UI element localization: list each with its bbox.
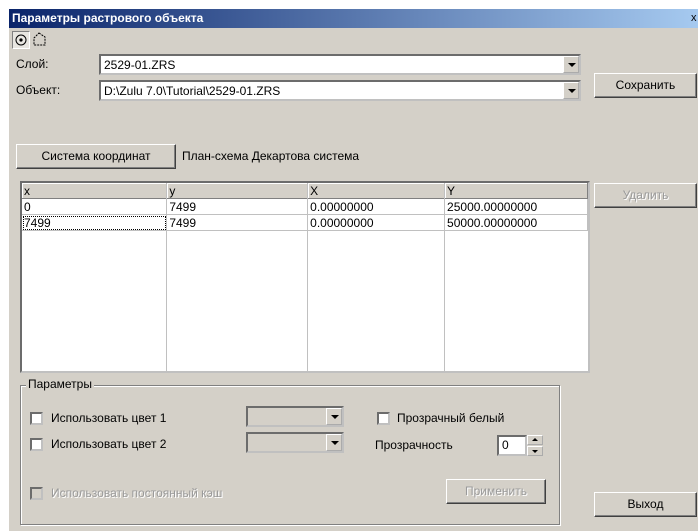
color1-select[interactable] xyxy=(246,406,344,427)
column-header[interactable]: y xyxy=(166,183,309,199)
point-target-icon xyxy=(15,34,27,46)
points-table-grid: x y X Y 0 7499 0.00000000 25000.00000000… xyxy=(22,183,588,231)
dialog-window: Параметры растрового объекта x Слой: 252… xyxy=(8,8,698,531)
points-table[interactable]: x y X Y 0 7499 0.00000000 25000.00000000… xyxy=(20,181,590,373)
object-select[interactable]: D:\Zulu 7.0\Tutorial\2529-01.ZRS xyxy=(99,80,581,101)
chevron-down-icon[interactable] xyxy=(326,408,342,425)
permanent-cache-label: Использовать постоянный кэш xyxy=(51,486,223,500)
save-button[interactable]: Сохранить xyxy=(594,73,697,98)
chevron-down-icon[interactable] xyxy=(563,56,579,73)
layer-label: Слой: xyxy=(16,57,49,71)
coordinate-system-value: План-схема Декартова система xyxy=(182,149,360,163)
column-divider xyxy=(166,183,167,371)
use-color1-label: Использовать цвет 1 xyxy=(51,411,167,425)
table-cell[interactable]: 25000.00000000 xyxy=(444,198,588,215)
object-label: Объект: xyxy=(16,83,61,97)
table-cell[interactable]: 7499 xyxy=(22,214,168,231)
table-cell[interactable]: 7499 xyxy=(166,198,309,215)
table-cell[interactable]: 50000.00000000 xyxy=(444,214,588,231)
table-cell[interactable]: 0.00000000 xyxy=(307,198,446,215)
column-header[interactable]: X xyxy=(307,183,446,199)
table-cell[interactable]: 0.00000000 xyxy=(307,214,446,231)
title-bar: Параметры растрового объекта x xyxy=(9,9,698,28)
table-cell[interactable]: 0 xyxy=(22,198,168,215)
spin-up-icon[interactable] xyxy=(527,435,543,445)
object-value: D:\Zulu 7.0\Tutorial\2529-01.ZRS xyxy=(104,84,281,98)
polygon-select-icon xyxy=(33,32,46,46)
exit-button[interactable]: Выход xyxy=(594,492,697,517)
point-target-button[interactable] xyxy=(12,31,30,49)
chevron-down-icon[interactable] xyxy=(326,434,342,451)
table-row[interactable]: 0 7499 0.00000000 25000.00000000 xyxy=(22,198,588,215)
transparency-input[interactable]: 0 xyxy=(497,435,527,456)
table-row[interactable]: 7499 7499 0.00000000 50000.00000000 xyxy=(22,214,588,231)
use-color2-checkbox[interactable] xyxy=(30,438,43,451)
transparency-label: Прозрачность xyxy=(375,438,453,452)
spin-down-icon[interactable] xyxy=(527,446,543,456)
table-cell[interactable]: 7499 xyxy=(166,214,309,231)
delete-button[interactable]: Удалить xyxy=(594,183,697,208)
apply-button[interactable]: Применить xyxy=(446,479,546,504)
layer-select[interactable]: 2529-01.ZRS xyxy=(99,54,581,75)
column-divider xyxy=(444,183,445,371)
use-color2-label: Использовать цвет 2 xyxy=(51,437,167,451)
use-color1-checkbox[interactable] xyxy=(30,412,43,425)
column-header[interactable]: x xyxy=(22,183,168,199)
close-icon[interactable]: x xyxy=(691,11,698,26)
column-divider xyxy=(307,183,308,371)
polygon-select-button[interactable] xyxy=(31,31,49,49)
parameters-group-title: Параметры xyxy=(26,377,94,391)
chevron-down-icon[interactable] xyxy=(563,82,579,99)
table-header-row: x y X Y xyxy=(22,183,588,199)
color2-select[interactable] xyxy=(246,432,344,453)
window-title: Параметры растрового объекта xyxy=(12,11,204,25)
transparent-white-checkbox[interactable] xyxy=(377,412,390,425)
transparent-white-label: Прозрачный белый xyxy=(397,411,505,425)
transparency-spinner[interactable]: 0 xyxy=(497,435,543,456)
layer-value: 2529-01.ZRS xyxy=(104,58,176,72)
permanent-cache-checkbox[interactable] xyxy=(30,487,43,500)
coordinate-system-button[interactable]: Система координат xyxy=(16,144,176,169)
column-header[interactable]: Y xyxy=(444,183,588,199)
